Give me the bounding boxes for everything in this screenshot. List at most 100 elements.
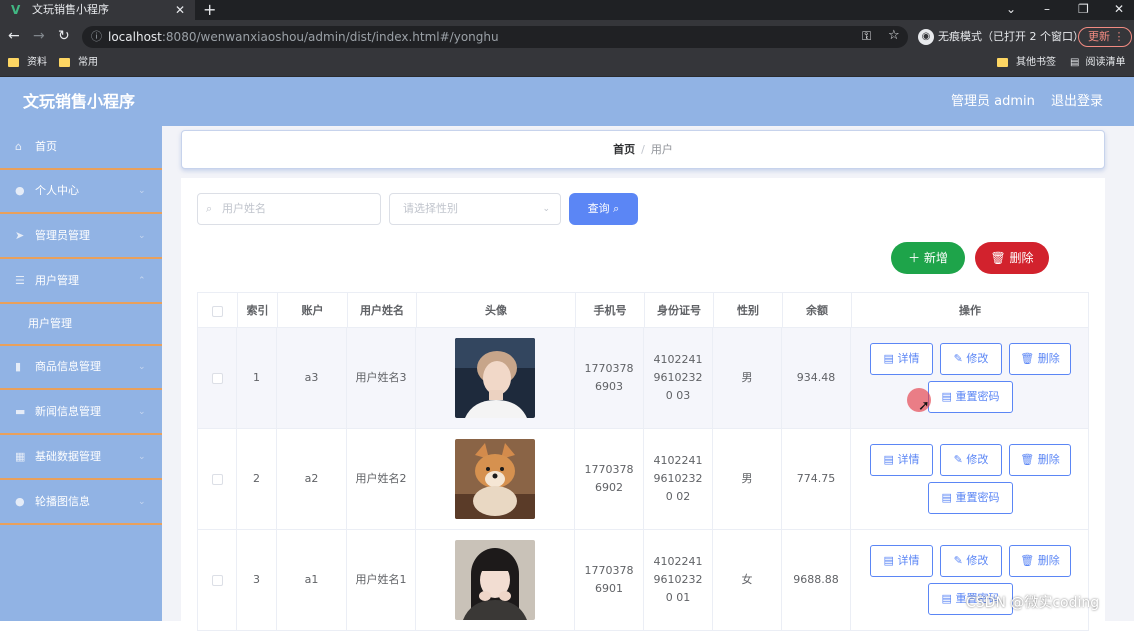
sex-cell: 男: [713, 429, 782, 529]
incognito-icon: ◉: [918, 29, 934, 45]
table-row: 2 a2 用户姓名2 17703786902 410224196102320 0…: [197, 429, 1089, 530]
detail-button[interactable]: ▤ 详情: [870, 444, 933, 476]
index-cell: 3: [237, 530, 277, 630]
sidebar-subitem-users[interactable]: 用户管理: [0, 304, 162, 346]
close-tab-icon[interactable]: ✕: [175, 0, 185, 20]
reload-icon[interactable]: ↻: [58, 26, 70, 46]
detail-label: 详情: [897, 554, 920, 567]
reset-password-label: 重置密码: [955, 390, 1000, 403]
operations-cell: ▤ 详情 ✎ 修改 🗑 删除 ▤ 重置密码: [851, 530, 1087, 630]
window-close-button[interactable]: ✕: [1114, 0, 1124, 20]
trash-icon: 🗑: [990, 251, 1006, 265]
detail-button[interactable]: ▤ 详情: [870, 343, 933, 375]
site-info-icon[interactable]: ⓘ: [91, 26, 102, 48]
idcard-cell: 410224196102320 03: [644, 328, 713, 428]
chart-icon: ▮: [15, 360, 22, 373]
sidebar-item-users[interactable]: ☰ 用户管理 ⌃: [0, 260, 162, 304]
doc-icon: ▤: [883, 554, 894, 567]
breadcrumb-home[interactable]: 首页: [613, 143, 635, 156]
chevron-down-icon: ⌄: [138, 452, 146, 462]
row-checkbox[interactable]: [211, 574, 223, 586]
sidebar-item-profile[interactable]: ● 个人中心 ⌄: [0, 170, 162, 214]
detail-button[interactable]: ▤ 详情: [870, 545, 933, 577]
user-panel: ⌕ 用户姓名 请选择性别 ⌄ 查询 ⌕ ＋ 新增 🗑 删除 索引 账户 用户姓名…: [181, 178, 1105, 631]
query-label: 查询: [587, 202, 610, 215]
update-button[interactable]: 更新 ⋮: [1078, 27, 1132, 47]
trash-icon: 🗑: [1020, 554, 1035, 567]
reading-list-icon: ▤: [1070, 57, 1080, 68]
sidebar-item-label: 新闻信息管理: [35, 405, 101, 418]
edit-button[interactable]: ✎ 修改: [940, 545, 1002, 577]
restore-button[interactable]: ❐: [1078, 0, 1089, 20]
name-cell: 用户姓名1: [347, 530, 416, 630]
phone-cell: 17703786903: [575, 328, 644, 428]
query-button[interactable]: 查询 ⌕: [569, 193, 638, 225]
grid-icon: ▦: [15, 450, 26, 463]
browser-tab-title: 文玩销售小程序: [32, 3, 109, 16]
avatar-image: [455, 439, 535, 519]
bookmark-folder[interactable]: 常用: [59, 52, 98, 77]
idcard-value: 410224196102320 02: [653, 454, 703, 503]
back-icon[interactable]: ←: [8, 26, 20, 46]
chevron-down-icon: ⌄: [542, 204, 550, 214]
incognito-indicator[interactable]: ◉ 无痕模式（已打开 2 个窗口）: [918, 27, 1084, 47]
sidebar: ⌂ 首页 ● 个人中心 ⌄ ➤ 管理员管理 ⌄ ☰ 用户管理 ⌃ 用户管理 ▮ …: [0, 126, 162, 621]
sidebar-item-label: 个人中心: [35, 184, 79, 197]
account-cell: a1: [277, 530, 347, 630]
phone-value: 17703786901: [584, 564, 634, 595]
url-field[interactable]: ⓘ localhost:8080/wenwanxiaoshou/admin/di…: [82, 26, 908, 48]
delete-button[interactable]: 🗑 删除: [1009, 545, 1071, 577]
idcard-value: 410224196102320 03: [653, 353, 703, 402]
idcard-cell: 410224196102320 01: [644, 530, 713, 630]
sidebar-item-news[interactable]: ▬ 新闻信息管理 ⌄: [0, 391, 162, 435]
tab-search-icon[interactable]: ⌄: [1006, 0, 1016, 20]
idcard-cell: 410224196102320 02: [644, 429, 713, 529]
sidebar-item-home[interactable]: ⌂ 首页: [0, 126, 162, 170]
watermark: CSDN @微实coding: [966, 595, 1100, 611]
search-name-input[interactable]: ⌕ 用户姓名: [197, 193, 381, 225]
doc-icon: ▤: [883, 352, 894, 365]
name-cell: 用户姓名2: [347, 429, 416, 529]
browser-tab[interactable]: V 文玩销售小程序 ✕: [0, 0, 195, 20]
doc-icon: ▤: [883, 453, 894, 466]
batch-delete-button[interactable]: 🗑 删除: [975, 242, 1049, 274]
row-checkbox[interactable]: [211, 372, 223, 384]
key-icon[interactable]: ⚿: [862, 26, 871, 46]
delete-button[interactable]: 🗑 删除: [1009, 444, 1071, 476]
sidebar-item-label: 用户管理: [35, 274, 79, 287]
bookmark-star-icon[interactable]: ☆: [888, 26, 900, 46]
bookmark-folder[interactable]: 资料: [8, 52, 47, 77]
folder-icon: [8, 57, 19, 67]
account-cell: a2: [277, 429, 347, 529]
add-button[interactable]: ＋ 新增: [891, 242, 965, 274]
reset-password-button[interactable]: ▤ 重置密码: [928, 381, 1013, 413]
select-all-checkbox[interactable]: [212, 305, 223, 317]
sidebar-item-products[interactable]: ▮ 商品信息管理 ⌄: [0, 346, 162, 390]
index-cell: 2: [237, 429, 277, 529]
operations-cell: ▤ 详情 ✎ 修改 🗑 删除 ▤ 重置密码: [851, 429, 1087, 529]
delete-label: 删除: [1037, 352, 1060, 365]
row-checkbox[interactable]: [211, 473, 223, 485]
column-header: 操作: [959, 304, 981, 317]
other-bookmarks[interactable]: 其他书签: [997, 52, 1056, 77]
logout-link[interactable]: 退出登录: [1051, 77, 1103, 126]
sex-select[interactable]: 请选择性别 ⌄: [389, 193, 561, 225]
trash-icon: 🗑: [1020, 453, 1035, 466]
reading-list[interactable]: ▤ 阅读清单: [1070, 52, 1125, 77]
edit-button[interactable]: ✎ 修改: [940, 343, 1002, 375]
bookmarks-bar: 资料 常用 其他书签 ▤ 阅读清单: [0, 52, 1134, 77]
operations-cell: ▤ 详情 ✎ 修改 🗑 删除 ▤ 重置密码: [851, 328, 1087, 428]
search-name-placeholder: 用户姓名: [222, 202, 266, 215]
new-tab-button[interactable]: +: [203, 0, 216, 20]
forward-icon[interactable]: →: [33, 26, 45, 46]
edit-button[interactable]: ✎ 修改: [940, 444, 1002, 476]
reset-password-button[interactable]: ▤ 重置密码: [928, 482, 1013, 514]
menu-icon: ☰: [15, 274, 25, 287]
sidebar-item-basedata[interactable]: ▦ 基础数据管理 ⌄: [0, 436, 162, 480]
reset-password-label: 重置密码: [955, 491, 1000, 504]
sidebar-item-carousel[interactable]: ● 轮播图信息 ⌄: [0, 481, 162, 525]
minimize-button[interactable]: –: [1044, 0, 1050, 20]
avatar-cell: [416, 530, 575, 630]
sidebar-item-admins[interactable]: ➤ 管理员管理 ⌄: [0, 215, 162, 259]
delete-button[interactable]: 🗑 删除: [1009, 343, 1071, 375]
